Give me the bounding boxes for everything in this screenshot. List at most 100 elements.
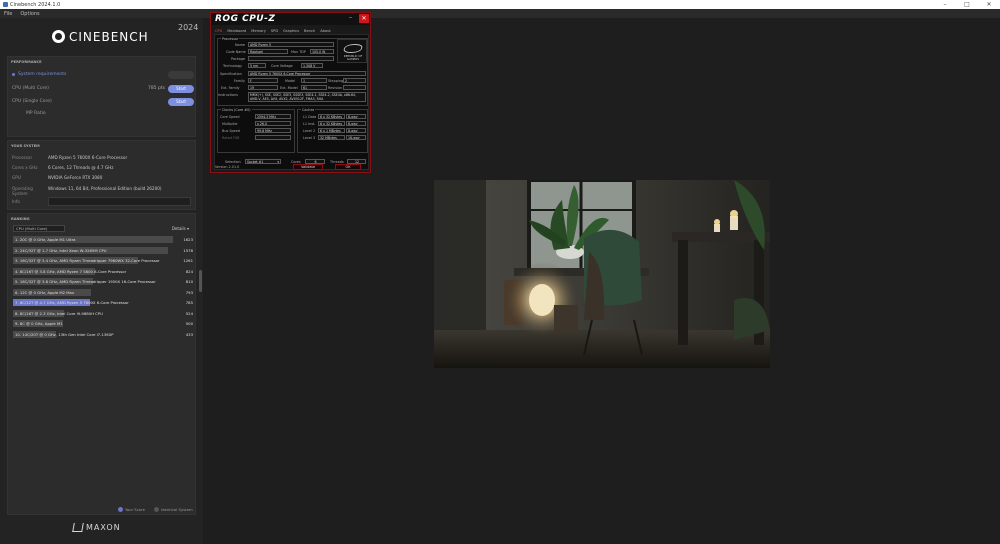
performance-section: PERFORMANCE System requirements CPU (Mul… (7, 56, 196, 137)
status-dot-icon (12, 73, 15, 76)
details-filter-button[interactable]: Details ▾ (172, 226, 189, 231)
perf-row-multi-core: CPU (Multi Core) 785 pts Start (12, 84, 194, 93)
your-system-section: YOUR SYSTEM Processor AMD Ryzen 5 7600X … (7, 140, 196, 210)
group-title: Caches (301, 108, 316, 112)
legend-your-score: Your Score (118, 507, 145, 512)
system-requirements-toggle[interactable] (168, 70, 194, 79)
ranking-row[interactable]: 3. 16C/32T @ 3.4 GHz, AMD Ryzen Threadri… (13, 257, 193, 264)
value-l1-inst: 6 x 32 KBytes (318, 121, 345, 126)
close-icon[interactable]: ✕ (978, 1, 1000, 8)
minimize-icon[interactable]: – (934, 1, 956, 8)
tab-spd[interactable]: SPD (271, 29, 278, 33)
start-multi-core-button[interactable]: Start (168, 84, 194, 93)
label-l1-inst: L1 Inst. (303, 122, 316, 126)
tab-cpu[interactable]: CPU (215, 29, 222, 33)
tab-bench[interactable]: Bench (304, 29, 315, 33)
tab-mainboard[interactable]: Mainboard (227, 29, 246, 33)
label-core-voltage: Core Voltage (271, 64, 293, 68)
system-value: NVIDIA GeForce RTX 3080 (48, 175, 103, 180)
validate-button[interactable]: Validate (293, 164, 323, 170)
value-core-speed: 2594.3 MHz (255, 114, 291, 119)
cpuz-close-icon[interactable]: ✕ (359, 14, 369, 23)
label-ext-family: Ext. Family (221, 86, 240, 90)
system-value: AMD Ryzen 5 7600X 6-Core Processor (48, 155, 128, 160)
legend-label: Your Score (125, 507, 145, 512)
ranking-score: 824 (185, 268, 193, 274)
ranking-row[interactable]: 6. 12C @ 0 GHz, Apple M2 Max 793 (13, 288, 193, 296)
value-ext-model: 61 (301, 85, 327, 90)
group-title: Processor (221, 37, 240, 41)
rog-logo: REPUBLIC OF GAMERS (337, 39, 367, 63)
selection-dropdown[interactable]: Socket #1 ▾ (245, 159, 281, 164)
ranking-header: RANKING (11, 217, 30, 221)
tab-graphics[interactable]: Graphics (283, 29, 299, 33)
rog-logo-text: REPUBLIC OF GAMERS (343, 54, 363, 61)
ranking-row[interactable]: 10. 14C/20T @ 0 GHz, 13th Gen Intel Core… (13, 330, 193, 338)
maxon-logo: MAXON (72, 523, 121, 532)
value-package (248, 56, 334, 61)
maximize-icon[interactable]: □ (956, 1, 978, 8)
perf-label: CPU (Single Core) (12, 99, 52, 104)
value-level2-way: 8-way (346, 128, 366, 133)
ranking-row-your-score[interactable]: 7. 6C/12T @ 4.7 GHz, AMD Ryzen 5 7600X 6… (13, 299, 193, 306)
label-model: Model (285, 79, 296, 83)
ranking-row[interactable]: 4. 8C/16T @ 3.8 GHz, AMD Ryzen 7 5800 8-… (13, 267, 193, 275)
value-model: 1 (301, 78, 327, 83)
value-l1-data-way: 8-way (346, 114, 366, 119)
ranking-score: 524 (185, 310, 193, 316)
ranking-score: 793 (185, 289, 193, 295)
filter-icon: ▾ (186, 226, 189, 231)
ranking-select[interactable]: CPU (Multi Core) (13, 225, 65, 232)
brand-year: 2024 (178, 23, 199, 32)
menu-file[interactable]: File (4, 11, 12, 17)
label-revision: Revision (328, 86, 343, 90)
tab-memory[interactable]: Memory (251, 29, 266, 33)
cpuz-title: ROG CPU-Z (215, 14, 276, 24)
label-rated-fsb: Rated FSB (222, 136, 240, 140)
system-row-gpu: GPU NVIDIA GeForce RTX 3080 (12, 175, 194, 180)
value-l1-data: 6 x 32 KBytes (318, 114, 345, 119)
tab-about[interactable]: About (320, 29, 331, 33)
ranking-row[interactable]: 1. 20C @ 0 GHz, Apple M1 Ultra 1623 (13, 236, 193, 243)
menu-options[interactable]: Options (20, 11, 39, 17)
ranking-row[interactable]: 9. 8C @ 0 GHz, Apple M1 500 (13, 320, 193, 327)
label-level2: Level 2 (303, 129, 316, 133)
system-row-os: Operating System Windows 11, 64 Bit, Pro… (12, 186, 194, 196)
cpuz-window: ROG CPU-Z – ✕ CPU Mainboard Memory SPD G… (210, 12, 371, 173)
perf-label: CPU (Multi Core) (12, 86, 49, 91)
panel-scrollbar[interactable] (199, 270, 202, 292)
ranking-section: RANKING CPU (Multi Core) Details ▾ 1. 20… (7, 213, 196, 515)
value-rated-fsb (255, 135, 291, 140)
perf-row-system-requirements: System requirements (12, 70, 194, 79)
cpuz-minimize-icon[interactable]: – (349, 14, 352, 21)
value-level3-way: 16-way (346, 135, 366, 140)
value-code-name: Raphael (248, 49, 288, 54)
ranking-label: 5. 16C/32T @ 3.8 GHz, AMD Ryzen Threadri… (15, 279, 156, 284)
legend-identical-system: Identical System (154, 507, 193, 512)
label-specification: Specification (220, 72, 242, 76)
group-title: Clocks (Core #0) (221, 108, 252, 112)
ranking-score: 433 (185, 331, 193, 337)
info-input[interactable] (48, 197, 191, 206)
ranking-score: 1261 (183, 258, 193, 263)
label-multiplier: Multiplier (222, 122, 238, 126)
value-family: F (248, 78, 278, 83)
label-code-name: Code Name (226, 50, 246, 54)
ok-button[interactable]: OK (335, 164, 361, 170)
ranking-label: 8. 8C/16T @ 2.3 GHz, Intel Core i9-9880H… (15, 310, 103, 316)
ranking-row[interactable]: 5. 16C/32T @ 3.8 GHz, AMD Ryzen Threadri… (13, 278, 193, 285)
maxon-m-icon (72, 523, 84, 532)
ranking-row[interactable]: 8. 8C/16T @ 2.3 GHz, Intel Core i9-9880H… (13, 309, 193, 317)
value-multiplier: x 26.0 (255, 121, 291, 126)
label-package: Package (231, 57, 246, 61)
value-level2: 6 x 1 MBytes (318, 128, 345, 133)
start-single-core-button[interactable]: Start (168, 97, 194, 106)
label-core-speed: Core Speed (220, 115, 240, 119)
ranking-row[interactable]: 2. 24C/32T @ 1.7 GHz, Intel Xeon W-3265M… (13, 246, 193, 254)
system-key: GPU (12, 175, 21, 180)
ranking-label: 6. 12C @ 0 GHz, Apple M2 Max (15, 289, 75, 295)
label-instructions: Instructions (218, 93, 238, 97)
ranking-score: 785 (185, 300, 193, 305)
legend-label: Identical System (161, 507, 193, 512)
label-technology: Technology (223, 64, 242, 68)
